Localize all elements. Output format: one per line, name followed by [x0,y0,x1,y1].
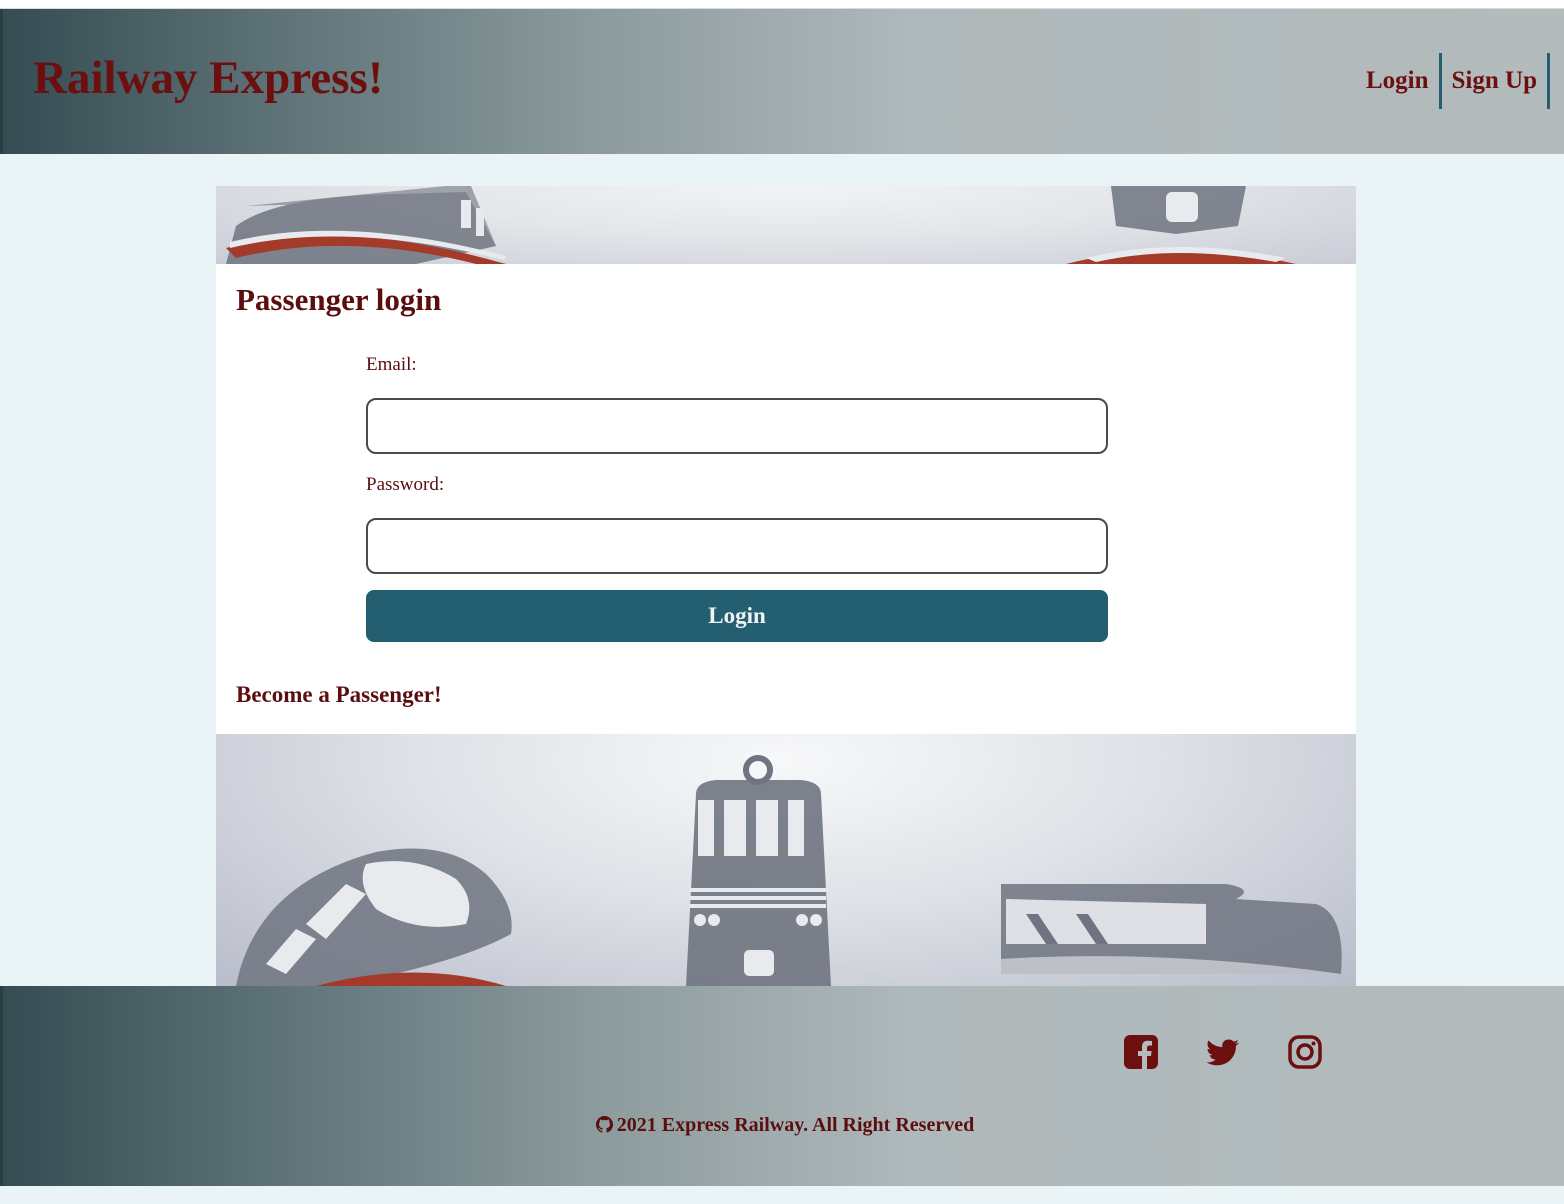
page-title: Passenger login [236,282,442,317]
copyright-label: 2021 Express Railway. All Right Reserved [616,1114,975,1136]
site-header: Railway Express! Login Sign Up [0,9,1564,154]
password-label: Password: [366,474,445,495]
login-button[interactable]: Login [366,590,1108,642]
brand-title: Railway Express! [33,52,384,104]
train-illustration-top [226,186,1296,264]
site-footer: 2021 Express Railway. All Right Reserved [0,986,1564,1186]
twitter-icon[interactable] [1205,1034,1241,1070]
instagram-icon[interactable] [1287,1034,1323,1070]
train-banner-top [216,186,1356,264]
nav-signup-link[interactable]: Sign Up [1442,53,1550,109]
facebook-icon[interactable] [1123,1034,1159,1070]
password-field[interactable] [366,518,1108,574]
nav-login-link[interactable]: Login [1356,53,1442,109]
email-label: Email: [366,354,417,375]
become-passenger-link[interactable]: Become a Passenger! [236,682,442,708]
social-links [1123,1034,1323,1070]
train-illustration-bottom [236,755,1342,986]
login-card: Passenger login Email: Password: Login B… [216,186,1356,986]
train-banner-bottom [216,734,1356,986]
main-nav: Login Sign Up [1356,53,1550,109]
top-border [0,0,1564,9]
github-icon [595,1116,613,1139]
copyright-text: 2021 Express Railway. All Right Reserved [3,1114,1564,1139]
email-field[interactable] [366,398,1108,454]
